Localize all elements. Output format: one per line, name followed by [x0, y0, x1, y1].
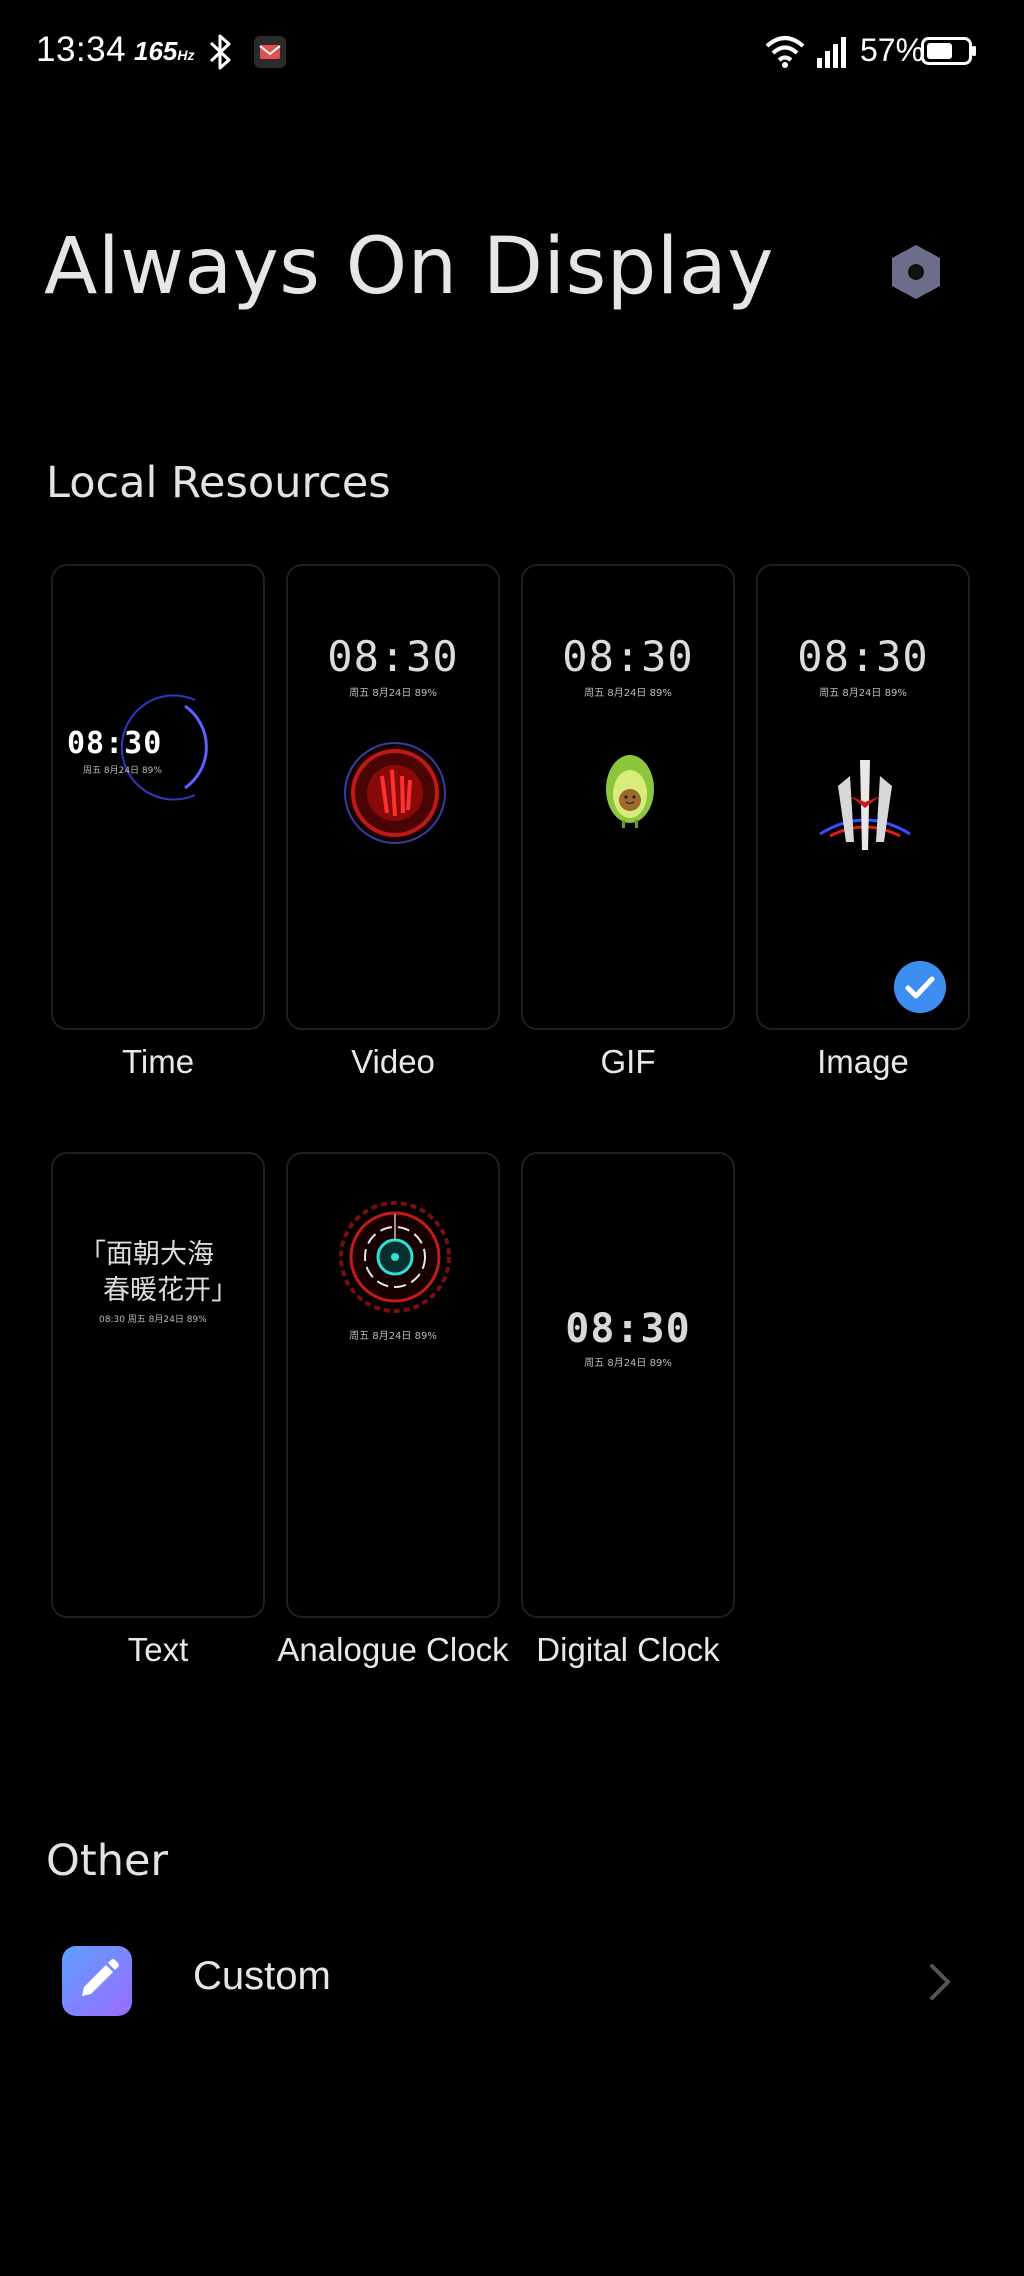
section-title-local-resources: Local Resources [46, 458, 391, 508]
status-bar: 13:34 165Hz 57% [0, 0, 1024, 105]
gif-preview-clock: 08:30 [562, 632, 694, 681]
aod-label-video: Video [351, 1043, 435, 1080]
aod-label-text: Text [127, 1631, 189, 1668]
mail-icon [254, 36, 286, 68]
text-preview-sub: 08:30 周五 8月24日 89% [99, 1315, 207, 1325]
digital-preview-sub: 周五 8月24日 89% [584, 1358, 672, 1369]
aod-label-digital-clock: Digital Clock [536, 1631, 720, 1668]
text-preview-line2: 春暖花开」 [103, 1275, 238, 1306]
red-emblem-art [344, 742, 446, 844]
image-preview-clock: 08:30 [797, 632, 929, 681]
wifi-icon [765, 36, 805, 68]
status-time: 13:34 [36, 30, 127, 69]
selected-check-icon [894, 961, 946, 1013]
aod-label-gif: GIF [600, 1043, 656, 1080]
bluetooth-icon [209, 34, 231, 70]
time-preview-art [120, 694, 208, 801]
pencil-icon [62, 1946, 132, 2016]
aod-card-video[interactable]: 08:30 周五 8月24日 89% [286, 564, 500, 1030]
custom-label: Custom [193, 1954, 331, 1998]
analogue-preview-sub: 周五 8月24日 89% [349, 1331, 437, 1342]
video-preview-clock: 08:30 [327, 632, 459, 681]
hexagon-settings-icon[interactable] [888, 242, 944, 302]
custom-row[interactable]: Custom [0, 1930, 1024, 2030]
aod-card-analogue-clock[interactable]: 周五 8月24日 89% [286, 1152, 500, 1618]
aod-label-image: Image [817, 1043, 909, 1080]
aod-label-time: Time [121, 1043, 195, 1080]
gif-preview-sub: 周五 8月24日 89% [584, 688, 672, 699]
video-preview-sub: 周五 8月24日 89% [349, 688, 437, 699]
image-preview-sub: 周五 8月24日 89% [819, 688, 907, 699]
avocado-icon [606, 755, 654, 828]
text-preview-line1: 「面朝大海 [79, 1239, 214, 1270]
refresh-rate: 165Hz [134, 36, 195, 66]
aod-label-analogue-clock: Analogue Clock [277, 1631, 509, 1668]
page-title: Always On Display [44, 222, 774, 312]
aod-card-image[interactable]: 08:30 周五 8月24日 89% [756, 564, 970, 1030]
red-magic-logo [819, 760, 911, 850]
battery-percent: 57% [860, 32, 925, 68]
battery-icon [921, 37, 976, 65]
aod-card-text[interactable]: 「面朝大海 春暖花开」 08:30 周五 8月24日 89% [51, 1152, 265, 1618]
aod-card-time[interactable]: 08:30 周五 8月24日 89% [51, 564, 265, 1030]
digital-preview-clock: 08:30 [565, 1306, 691, 1352]
time-preview-clock: 08:30 [67, 726, 163, 761]
section-title-other: Other [46, 1836, 169, 1886]
aod-card-gif[interactable]: 08:30 周五 8月24日 89% [521, 564, 735, 1030]
time-preview-sub: 周五 8月24日 89% [83, 766, 162, 776]
analogue-clock-art [339, 1201, 451, 1313]
signal-icon [817, 37, 846, 68]
aod-card-digital-clock[interactable]: 08:30 周五 8月24日 89% [521, 1152, 735, 1618]
chevron-right-icon [930, 1964, 950, 2000]
